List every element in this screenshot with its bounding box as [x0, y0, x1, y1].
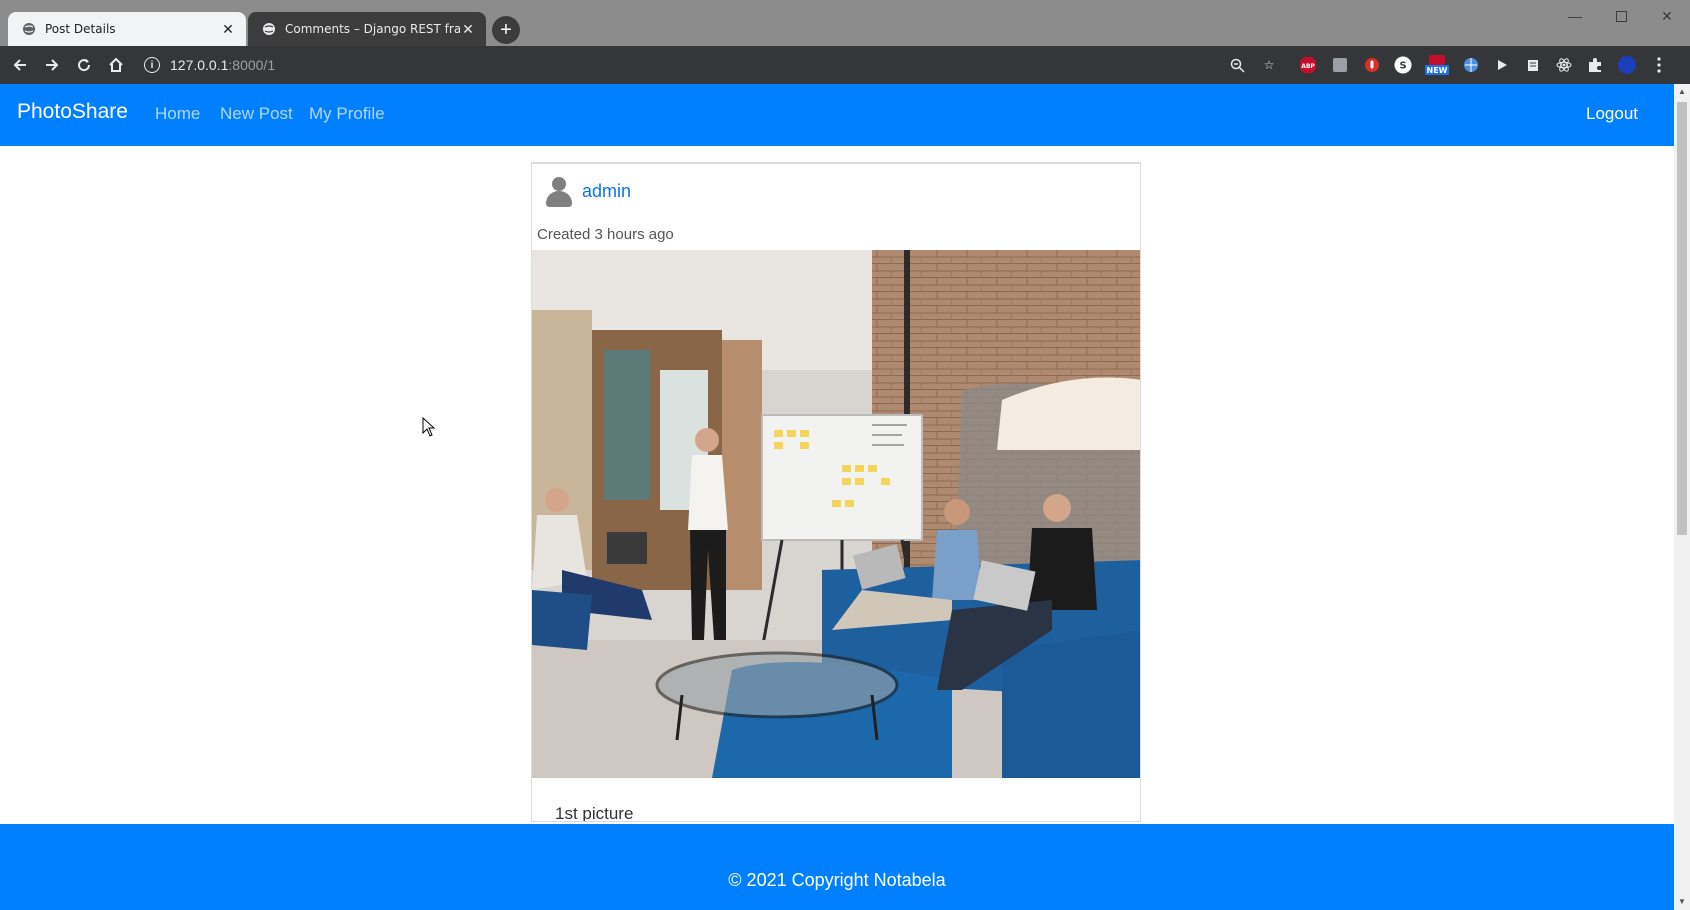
address-bar[interactable]: i 127.0.0.1:8000/1: [144, 52, 1254, 78]
brand-logo-link[interactable]: PhotoShare: [17, 100, 128, 124]
site-info-icon[interactable]: i: [144, 57, 160, 73]
zoom-icon[interactable]: [1228, 56, 1246, 74]
forward-icon[interactable]: [41, 54, 63, 76]
reload-icon[interactable]: [73, 54, 95, 76]
minimize-icon[interactable]: —: [1552, 6, 1598, 26]
extension-s-icon[interactable]: S: [1394, 56, 1412, 74]
extension-globe-icon[interactable]: [1462, 56, 1480, 74]
tab-title: Post Details: [45, 22, 116, 36]
office-meeting-photo: [532, 250, 1140, 778]
post-caption: 1st picture: [555, 804, 634, 822]
post-image: [532, 250, 1140, 778]
extension-new-icon[interactable]: NEW: [1424, 55, 1450, 75]
tab-title: Comments – Django REST frame: [285, 22, 460, 36]
bookmark-star-icon[interactable]: ☆: [1260, 56, 1278, 74]
nav-home-link[interactable]: Home: [155, 104, 200, 124]
profile-avatar-icon[interactable]: [1618, 56, 1636, 74]
page-scrollbar[interactable]: ▲ ▼: [1674, 84, 1690, 910]
back-icon[interactable]: [9, 54, 31, 76]
new-label: NEW: [1427, 66, 1448, 75]
logout-link[interactable]: Logout: [1586, 104, 1638, 124]
footer-copyright: © 2021 Copyright Notabela: [728, 870, 946, 890]
site-footer: © 2021 Copyright Notabela: [0, 824, 1674, 910]
browser-tab-strip: Post Details ✕ Comments – Django REST fr…: [0, 0, 1690, 46]
tab-comments[interactable]: Comments – Django REST frame ✕: [248, 12, 486, 46]
extensions-puzzle-icon[interactable]: [1586, 56, 1604, 74]
home-icon[interactable]: [105, 54, 127, 76]
new-tab-button[interactable]: +: [492, 16, 520, 44]
nav-new-post-link[interactable]: New Post: [220, 104, 293, 124]
post-card: admin Created 3 hours ago 1st picture: [531, 162, 1141, 822]
scrollbar-thumb[interactable]: [1677, 102, 1687, 535]
adblock-extension-icon[interactable]: ABP: [1299, 56, 1317, 74]
close-window-icon[interactable]: ✕: [1644, 6, 1690, 26]
mouse-cursor-icon: [422, 416, 436, 437]
post-created-time: Created 3 hours ago: [537, 226, 674, 243]
extension-grey-icon[interactable]: [1331, 56, 1349, 74]
close-tab-icon[interactable]: ✕: [220, 21, 236, 37]
globe-icon: [262, 22, 276, 36]
globe-icon: [22, 22, 36, 36]
scroll-down-icon[interactable]: ▼: [1678, 898, 1686, 906]
nav-my-profile-link[interactable]: My Profile: [309, 104, 385, 124]
abp-label: ABP: [1301, 63, 1315, 70]
scroll-up-icon[interactable]: ▲: [1678, 88, 1686, 96]
extension-red-icon[interactable]: [1363, 56, 1381, 74]
close-tab-icon[interactable]: ✕: [460, 21, 476, 37]
post-author-link[interactable]: admin: [582, 181, 631, 202]
user-avatar-icon: [544, 177, 574, 209]
browser-toolbar: i 127.0.0.1:8000/1 ☆ ABP S NEW: [0, 46, 1690, 84]
url-path: :8000/1: [228, 57, 276, 73]
play-icon[interactable]: [1493, 56, 1511, 74]
browser-menu-icon[interactable]: [1650, 56, 1668, 74]
s-label: S: [1399, 61, 1406, 72]
maximize-icon[interactable]: [1598, 6, 1644, 26]
tab-post-details[interactable]: Post Details ✕: [8, 12, 246, 46]
url-host: 127.0.0.1: [170, 57, 229, 73]
react-devtools-icon[interactable]: [1555, 56, 1573, 74]
site-navbar: PhotoShare Home New Post My Profile Logo…: [0, 84, 1674, 146]
post-header: admin Created 3 hours ago: [532, 164, 1140, 250]
extension-archive-icon[interactable]: [1524, 56, 1542, 74]
